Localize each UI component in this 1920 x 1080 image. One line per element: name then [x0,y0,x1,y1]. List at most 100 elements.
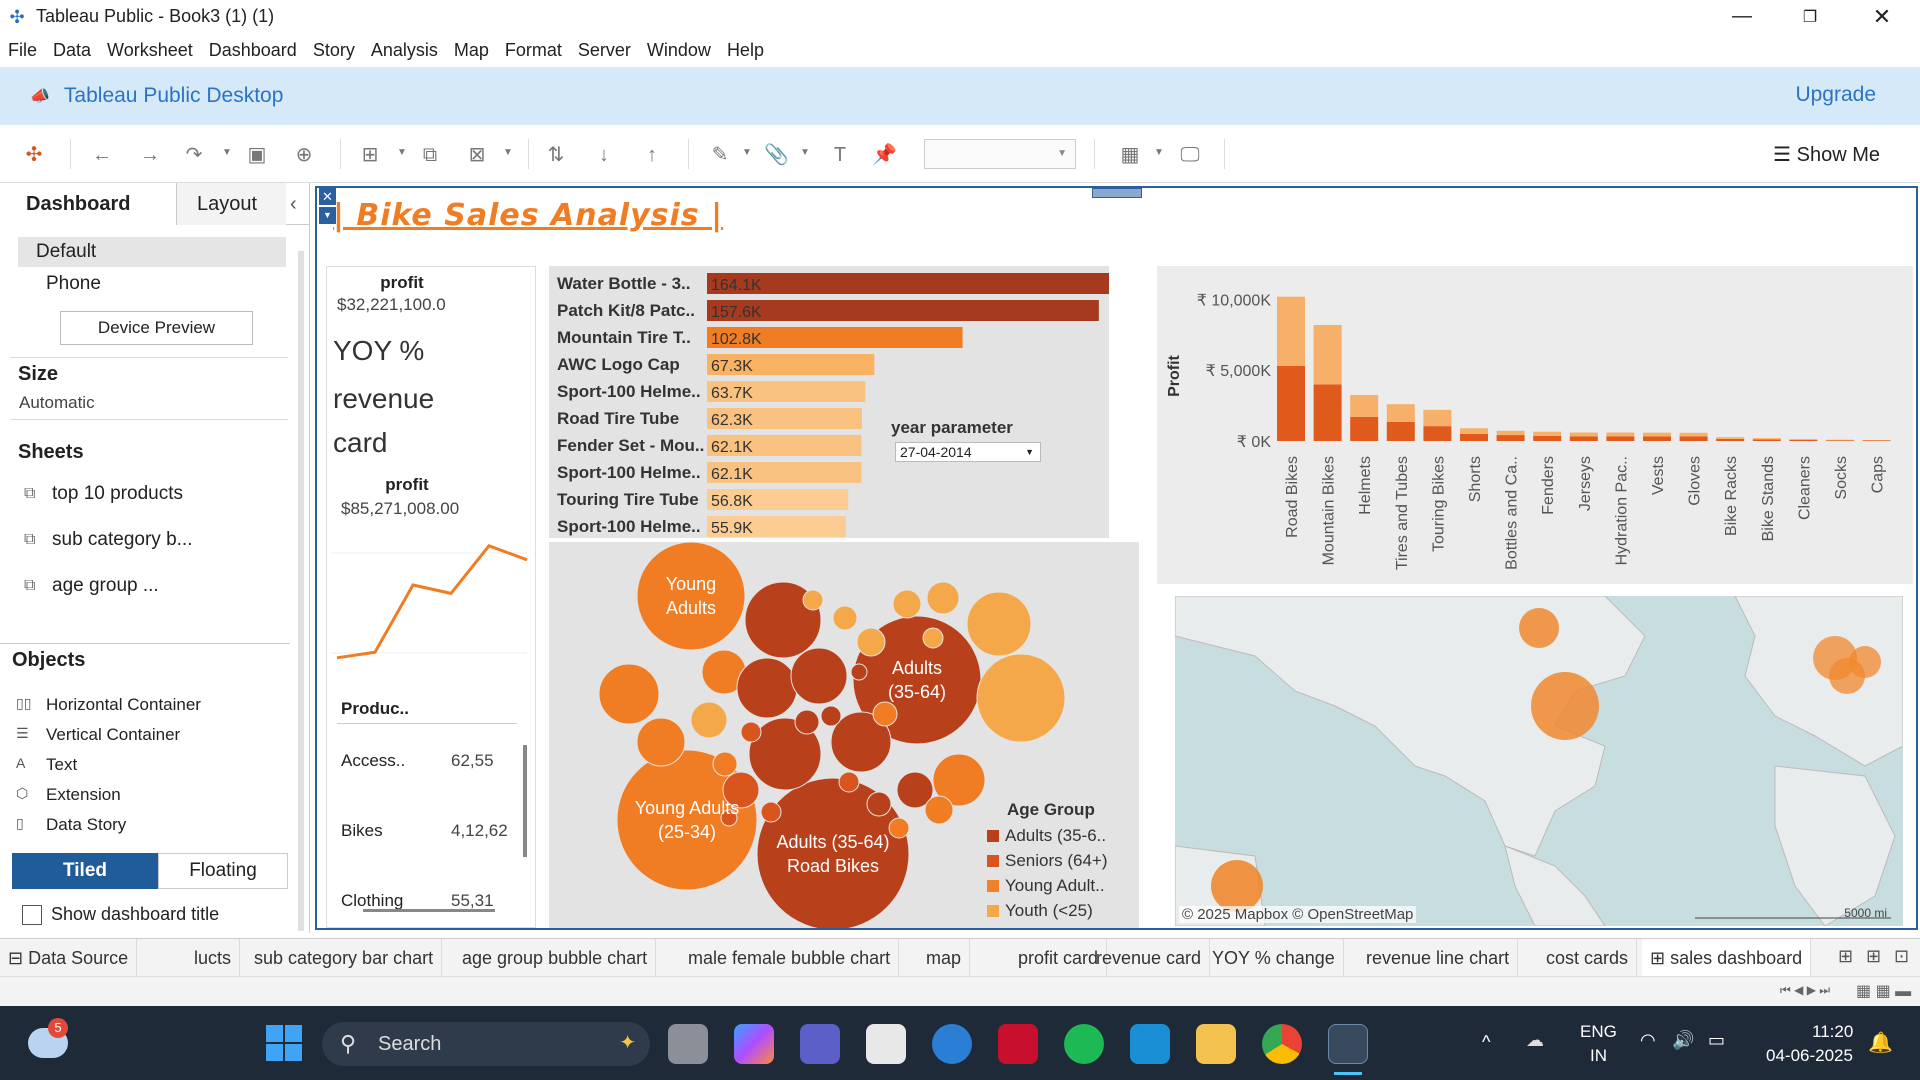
menu-dashboard[interactable]: Dashboard [201,40,305,61]
stacked-bar-segment[interactable] [1496,435,1525,441]
sheet-tab[interactable]: male female bubble chart [680,939,900,977]
stacked-bar-segment[interactable] [1386,404,1415,422]
tab-dashboard[interactable]: Dashboard [0,183,176,225]
restore-button[interactable]: ❐ [1776,0,1844,33]
stacked-bar-segment[interactable] [1313,384,1342,441]
highlight-icon[interactable]: ✎ [708,143,732,167]
sheet-sorter-icon[interactable]: ▦ ▦ ▬ [1856,981,1911,1001]
menu-worksheet[interactable]: Worksheet [99,40,201,61]
sheet-tab[interactable]: map [918,939,971,977]
wifi-icon[interactable]: ◠ [1640,1030,1656,1051]
stacked-bar-segment[interactable] [1752,438,1781,440]
clear-sheet-icon[interactable]: ⊠ [465,143,489,167]
copilot-icon[interactable] [734,1024,774,1064]
top-products-bar-chart[interactable]: Water Bottle - 3.. 164.1K Patch Kit/8 Patc… [549,266,1115,538]
stacked-bar-segment[interactable] [1533,431,1562,436]
bubble[interactable] [832,605,858,631]
bubble[interactable] [712,751,738,777]
bubble[interactable] [866,791,892,817]
onedrive-icon[interactable]: ☁ [1526,1030,1544,1051]
product-scrollbar[interactable] [523,745,527,857]
teams-icon[interactable] [800,1024,840,1064]
menu-format[interactable]: Format [497,40,570,61]
stacked-bar-segment[interactable] [1789,439,1818,441]
stacked-bar-segment[interactable] [1569,436,1598,441]
stacked-bar-segment[interactable] [1569,432,1598,437]
legend-swatch[interactable] [987,905,999,917]
bubble[interactable] [790,647,848,705]
legend-swatch[interactable] [987,855,999,867]
bubble[interactable] [690,701,728,739]
stacked-bar-segment[interactable] [1606,432,1635,437]
bubble[interactable] [888,817,910,839]
sheet-tab[interactable]: cost cards [1538,939,1638,977]
show-me-button[interactable]: ☰ Show Me [1773,142,1880,167]
start-icon[interactable] [266,1025,302,1061]
stacked-bar-segment[interactable] [1826,440,1854,441]
bubble[interactable] [872,701,898,727]
stacked-bar-segment[interactable] [1460,428,1488,434]
sheet-tab[interactable]: ⊟ Data Source [0,939,138,977]
menu-data[interactable]: Data [45,40,99,61]
stacked-bar-segment[interactable] [1350,416,1379,441]
menu-server[interactable]: Server [570,40,639,61]
sheet-nav-arrows[interactable]: ⏮ ◀ ▶ ⏭ [1780,983,1830,998]
map-point[interactable] [1849,646,1881,678]
stacked-bar-segment[interactable] [1533,435,1562,441]
clock-time[interactable]: 11:20 [1812,1022,1853,1042]
search-box[interactable]: ⚲ Search ✦ [322,1022,650,1066]
legend-item[interactable]: Youth (<25) [1005,901,1093,921]
myhp-icon[interactable] [1130,1024,1170,1064]
stacked-bar-segment[interactable] [1460,433,1488,441]
pane-scrollbar[interactable] [298,251,304,931]
tableau-taskbar-icon[interactable] [1328,1024,1368,1064]
stacked-bar-segment[interactable] [1313,324,1342,385]
bubble[interactable] [802,589,824,611]
stacked-bar-segment[interactable] [1386,421,1415,441]
fit-dropdown[interactable]: ▼ [924,139,1076,169]
device-default[interactable]: Default [18,237,286,267]
new-worksheet-icon[interactable]: ⊞ [358,143,382,167]
redo-icon[interactable]: ↷ [182,143,206,167]
sheet-tab[interactable]: sub category bar chart [246,939,443,977]
forward-icon[interactable]: → [138,143,162,167]
sub-category-bar-chart[interactable]: ₹ 10,000K ₹ 5,000K ₹ 0K Profit Road Bikes Mou… [1157,266,1913,584]
stacked-bar-segment[interactable] [1752,439,1781,441]
volume-icon[interactable]: 🔊 [1672,1030,1694,1051]
sheet-tab[interactable]: YOY % change [1204,939,1344,977]
bubble[interactable] [636,541,746,651]
close-button[interactable]: ✕ [1848,0,1916,33]
stacked-bar-segment[interactable] [1496,430,1525,436]
bubble[interactable] [856,627,886,657]
bubble[interactable] [926,581,960,615]
bubble[interactable] [636,717,686,767]
sheet-tab-active[interactable]: ⊞ sales dashboard [1642,939,1812,977]
bubble[interactable] [924,795,954,825]
menu-story[interactable]: Story [305,40,363,61]
stacked-bar-segment[interactable] [1643,432,1671,437]
menu-file[interactable]: File [0,40,45,61]
tab-layout[interactable]: Layout [176,183,286,225]
sheet-item[interactable]: sub category b... [52,529,192,551]
language-in[interactable]: IN [1590,1046,1607,1066]
object-item[interactable]: Extension [46,785,121,805]
legend-item[interactable]: Young Adult.. [1005,876,1105,896]
clock-date[interactable]: 04-06-2025 [1766,1046,1853,1066]
product-hscrollbar[interactable] [363,909,495,912]
pin-icon[interactable]: 📌 [872,143,897,167]
stacked-bar-segment[interactable] [1789,439,1818,440]
object-item[interactable]: Text [46,755,77,775]
legend-swatch[interactable] [987,830,999,842]
collapse-pane-icon[interactable]: ‹ [290,183,310,225]
container-grip[interactable] [1092,188,1142,198]
sheet-item[interactable]: age group ... [52,575,159,597]
map-attribution[interactable]: © 2025 Mapbox © OpenStreetMap [1179,906,1417,923]
duplicate-icon[interactable]: ⧉ [418,143,442,167]
new-datasource-icon[interactable]: ⊕ [292,143,316,167]
map-point[interactable] [1519,608,1559,648]
upgrade-link[interactable]: Upgrade [1795,83,1876,107]
stacked-bar-segment[interactable] [1277,296,1305,366]
stacked-bar-segment[interactable] [1350,395,1379,417]
chrome-icon[interactable] [1262,1024,1302,1064]
label-icon[interactable]: T [828,143,852,167]
